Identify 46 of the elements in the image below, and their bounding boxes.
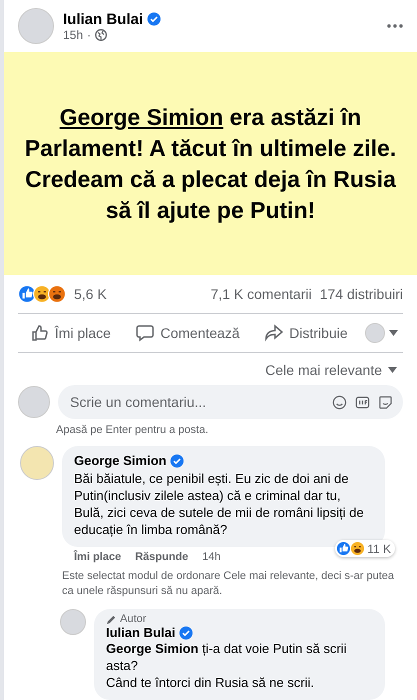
haha-reaction-icon bbox=[33, 285, 51, 303]
avatar[interactable] bbox=[18, 386, 50, 418]
comment-field[interactable]: Scrie un comentariu... bbox=[68, 393, 324, 411]
post-text: George Simion era astăzi în Parlament! A tăcut în ultimele zile. bbox=[24, 102, 398, 162]
avatar[interactable] bbox=[60, 609, 86, 635]
like-reaction-icon bbox=[336, 541, 352, 556]
speech-bubble-icon bbox=[136, 324, 154, 342]
post-time[interactable]: 15h bbox=[63, 28, 84, 42]
caret-icon bbox=[388, 367, 397, 373]
like-button[interactable]: Îmi place bbox=[22, 318, 119, 348]
author-name[interactable]: Iulian Bulai bbox=[63, 10, 144, 28]
thumbs-up-icon bbox=[30, 324, 49, 342]
separator: · bbox=[87, 28, 92, 42]
hint-text: Apasă pe Enter pentru a posta. bbox=[56, 424, 210, 436]
globe-icon bbox=[95, 28, 108, 40]
reply-link[interactable]: Răspunde bbox=[135, 551, 188, 563]
avatar[interactable] bbox=[18, 8, 54, 44]
share-button[interactable]: Distribuie bbox=[257, 318, 356, 348]
sort-notice: Este selectat modul de ordonare Cele mai relevante, deci s-ar putea ca unele răspunsuri să nu apară. bbox=[62, 569, 396, 599]
reaction-counter[interactable]: 11 K bbox=[335, 540, 395, 557]
commenter-name[interactable]: George Simion bbox=[74, 453, 166, 468]
reply-text: George Simion ți-a dat voie Putin să scrii asta? Când te întorci din Rusia să ne scrii. bbox=[106, 640, 348, 691]
shares-count[interactable]: 174 distribuiri bbox=[320, 286, 403, 302]
more-options-icon[interactable] bbox=[387, 24, 403, 28]
post-text: Credeam că a plecat deja în Rusia să îl ajute pe Putin! bbox=[24, 164, 397, 225]
comment-text: Băi băiatule, ce penibil ești. Eu zic de doi ani de Putin(inclusiv zilele astea) că e criminal dar tu, Bulă, zici ceva de sutele de mii de români lipsiți de educație în limba română? bbox=[74, 470, 365, 538]
comment-composer[interactable]: Scrie un comentariu... bbox=[58, 385, 403, 419]
reaction-count[interactable]: 5,6 K bbox=[74, 286, 107, 302]
angry-reaction-icon bbox=[48, 285, 66, 303]
comment-time: 14h bbox=[202, 551, 221, 563]
pencil-icon bbox=[106, 614, 117, 624]
haha-reaction-icon bbox=[350, 541, 366, 556]
commenter-name[interactable]: Iulian Bulai bbox=[106, 625, 176, 640]
avatar[interactable] bbox=[365, 323, 386, 343]
author-label: Autor bbox=[120, 613, 146, 625]
comments-count[interactable]: 7,1 K comentarii bbox=[210, 286, 312, 302]
comment-button[interactable]: Comentează bbox=[128, 318, 248, 348]
smiley-icon[interactable] bbox=[332, 394, 347, 410]
like-reaction-icon bbox=[18, 285, 36, 303]
caret-icon bbox=[389, 330, 398, 336]
like-link[interactable]: Îmi place bbox=[74, 551, 122, 563]
avatar[interactable] bbox=[20, 446, 54, 480]
share-arrow-icon bbox=[265, 324, 284, 342]
sticker-icon[interactable] bbox=[378, 394, 393, 410]
gif-icon[interactable] bbox=[355, 394, 370, 410]
sort-dropdown[interactable]: Cele mai relevante bbox=[259, 361, 403, 379]
